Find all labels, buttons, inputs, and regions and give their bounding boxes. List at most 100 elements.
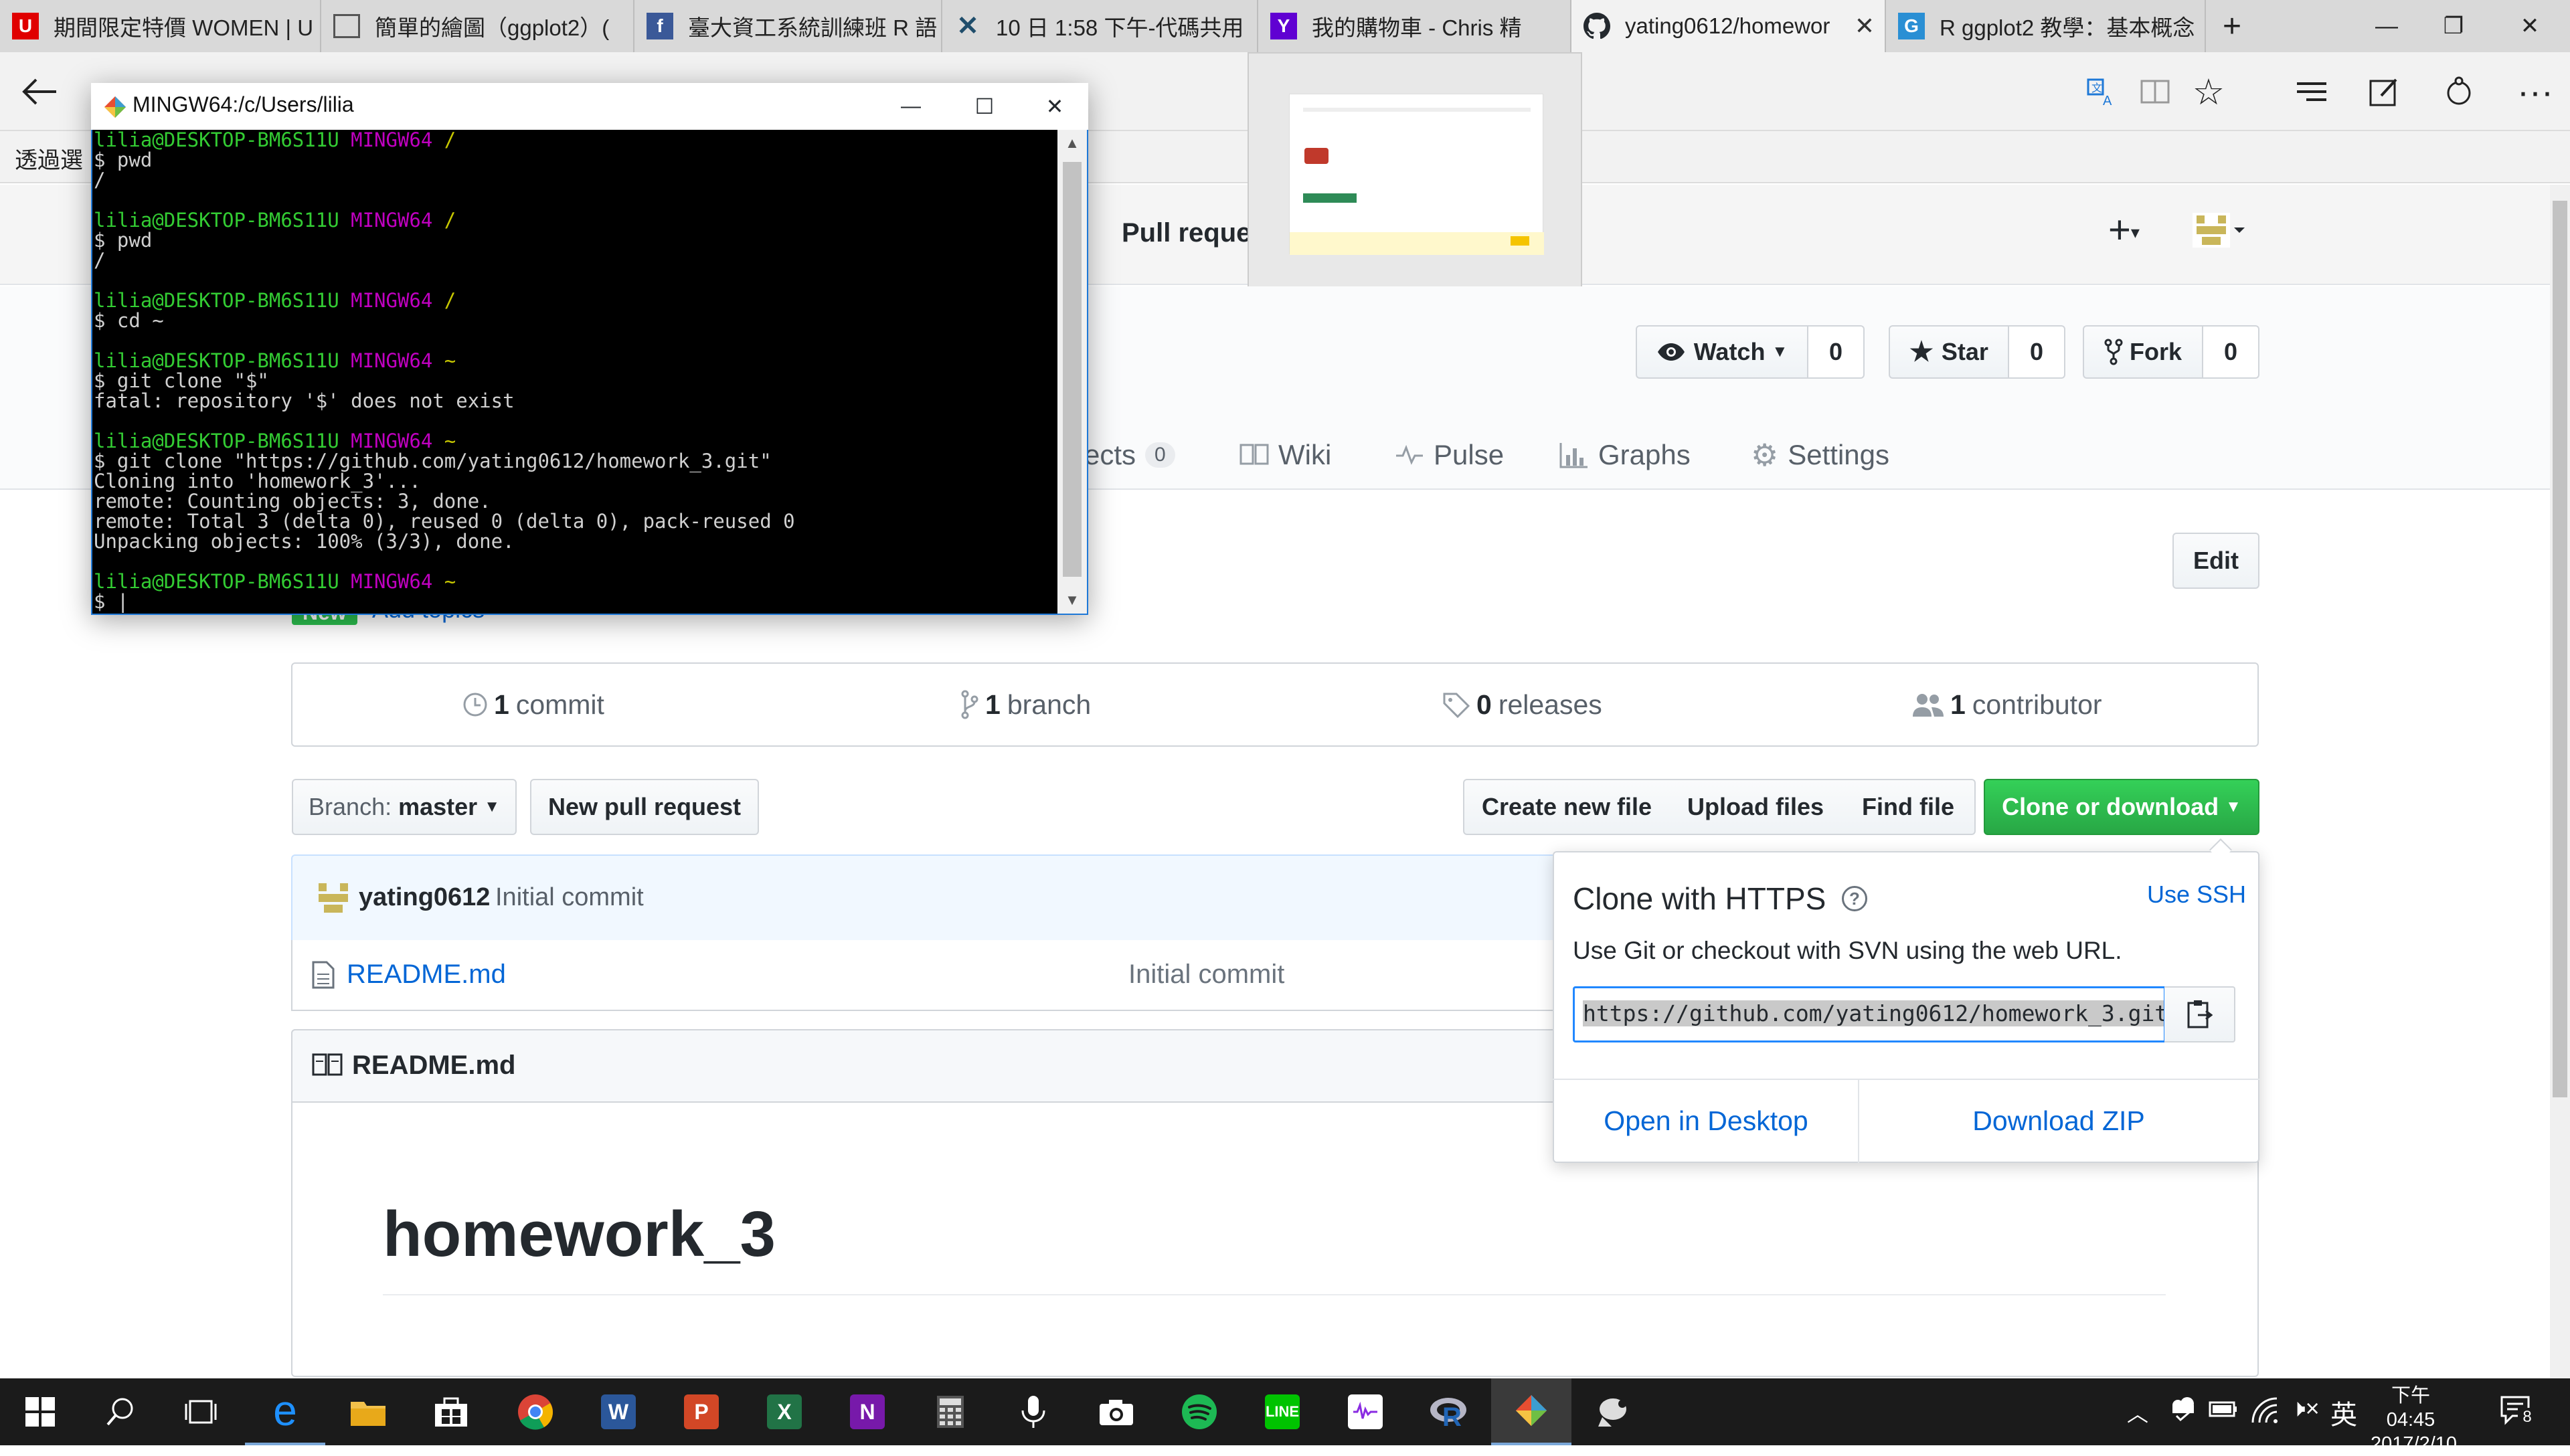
prompt-path: ~	[444, 430, 456, 452]
user-avatar[interactable]	[2193, 213, 2246, 248]
volume-muted-icon[interactable]: 🕨×	[2290, 1394, 2320, 1423]
open-in-desktop-button[interactable]: Open in Desktop	[1554, 1080, 1858, 1162]
clone-url-input[interactable]: https://github.com/yating0612/homework_3…	[1573, 986, 2166, 1042]
github-icon	[1583, 13, 1610, 39]
branches-link[interactable]: 1 branch	[960, 662, 1091, 747]
app-satellite-icon[interactable]	[1574, 1378, 1654, 1445]
share-icon[interactable]	[2425, 52, 2492, 131]
favorites-item[interactable]: 透過選	[15, 142, 83, 175]
create-new-file-button[interactable]: Create new file	[1463, 779, 1670, 835]
onenote-icon[interactable]: N	[827, 1378, 908, 1445]
wifi-icon[interactable]	[2250, 1397, 2280, 1424]
start-windows-icon[interactable]	[0, 1378, 80, 1445]
search-icon[interactable]	[80, 1378, 161, 1445]
download-zip-button[interactable]: Download ZIP	[1859, 1080, 2258, 1162]
help-icon[interactable]: ?	[1842, 886, 1867, 911]
prompt-env: MINGW64	[351, 349, 444, 372]
prompt-user: lilia@DESKTOP-BM6S11U	[94, 209, 351, 232]
tab-wiki[interactable]: Wiki	[1239, 428, 1331, 482]
fork-count[interactable]: 0	[2203, 325, 2259, 379]
commit-author-link[interactable]: yating0612	[359, 883, 490, 912]
new-pull-request-button[interactable]: New pull request	[530, 779, 759, 835]
commits-link[interactable]: 1 commit	[462, 662, 604, 747]
prompt-user: lilia@DESKTOP-BM6S11U	[94, 349, 351, 372]
terminal-output[interactable]: lilia@DESKTOP-BM6S11U MINGW64 /$ pwd / lil…	[92, 130, 1057, 614]
terminal-close-icon[interactable]: ✕	[1021, 83, 1088, 130]
voice-app-icon[interactable]	[1325, 1378, 1405, 1445]
find-file-button[interactable]: Find file	[1842, 779, 1976, 835]
watch-count[interactable]: 0	[1808, 325, 1865, 379]
action-center-icon[interactable]: 8	[2500, 1396, 2537, 1427]
store-icon[interactable]	[411, 1378, 491, 1445]
branch-select-button[interactable]: Branch: master ▼	[292, 779, 517, 835]
preview-line	[1303, 108, 1531, 112]
more-menu-icon[interactable]: ···	[2502, 52, 2569, 131]
tab-ggplot-tutorial[interactable]: G R ggplot2 教學：基本概念	[1886, 0, 2206, 52]
tab-github-active[interactable]: yating0612/homewor ✕	[1571, 0, 1886, 52]
close-tab-icon[interactable]: ✕	[1845, 12, 1885, 40]
file-explorer-icon[interactable]	[328, 1378, 408, 1445]
terminal-scroll-thumb[interactable]	[1063, 162, 1082, 577]
star-count[interactable]: 0	[2009, 325, 2065, 379]
star-button[interactable]: ★ Star	[1889, 325, 2009, 379]
spotify-icon[interactable]	[1159, 1378, 1239, 1445]
tab-codeshare[interactable]: ✕ 10 日 1:58 下午-代碼共用	[942, 0, 1258, 52]
tab-graphs[interactable]: Graphs	[1559, 428, 1691, 482]
terminal-minimize-icon[interactable]: —	[874, 83, 948, 130]
upload-files-button[interactable]: Upload files	[1669, 779, 1843, 835]
tab-settings[interactable]: ⚙ Settings	[1751, 428, 1889, 482]
line-icon[interactable]: LINE	[1242, 1378, 1322, 1445]
file-commit-message[interactable]: Initial commit	[1128, 960, 1284, 990]
copy-clipboard-button[interactable]	[2164, 986, 2235, 1042]
terminal-scrollbar[interactable]: ▲ ▼	[1057, 130, 1087, 614]
tab-uniqlo[interactable]: U 期間限定特價 WOMEN | U	[0, 0, 321, 52]
page-scroll-thumb[interactable]	[2553, 201, 2567, 1097]
new-tab-button[interactable]: +	[2206, 0, 2258, 52]
hub-icon[interactable]	[2278, 52, 2345, 131]
edit-description-button[interactable]: Edit	[2172, 533, 2259, 589]
file-name-link[interactable]: README.md	[347, 960, 506, 990]
scroll-up-icon[interactable]: ▲	[1057, 130, 1087, 157]
tray-expand-icon[interactable]: ︿	[2127, 1397, 2148, 1428]
tab-ggplot-drawing[interactable]: 簡單的繪圖（ggplot2）(	[321, 0, 634, 52]
tab-yahoo-cart[interactable]: Y 我的購物車 - Chris 精	[1258, 0, 1571, 52]
clone-or-download-button[interactable]: Clone or download ▼	[1984, 779, 2259, 835]
restore-icon[interactable]: ❐	[2413, 0, 2494, 52]
prompt-user: lilia@DESKTOP-BM6S11U	[94, 430, 351, 452]
back-arrow-icon[interactable]	[5, 52, 72, 131]
voice-recorder-icon[interactable]	[993, 1378, 1074, 1445]
tab-facebook[interactable]: f 臺大資工系統訓練班 R 語	[634, 0, 942, 52]
author-avatar[interactable]	[315, 881, 352, 915]
edge-browser-icon[interactable]: e	[245, 1378, 325, 1445]
cloud-sync-icon[interactable]	[2168, 1396, 2198, 1423]
favorite-star-icon[interactable]: ☆	[2175, 52, 2242, 131]
terminal-prompt-line: lilia@DESKTOP-BM6S11U MINGW64 /	[94, 210, 1056, 230]
use-ssh-link[interactable]: Use SSH	[2147, 881, 2246, 909]
camera-icon[interactable]	[1076, 1378, 1156, 1445]
chrome-icon[interactable]	[495, 1378, 576, 1445]
plus-dropdown-icon[interactable]: +▾	[2108, 207, 2140, 252]
contributors-link[interactable]: 1 contributor	[1911, 662, 2102, 747]
web-note-icon[interactable]	[2350, 52, 2417, 131]
powerpoint-icon[interactable]: P	[661, 1378, 742, 1445]
terminal-maximize-icon[interactable]: ☐	[948, 83, 1021, 130]
task-view-icon[interactable]	[161, 1378, 241, 1445]
excel-icon[interactable]: X	[744, 1378, 825, 1445]
r-language-icon[interactable]: R	[1408, 1378, 1488, 1445]
terminal-titlebar[interactable]: MINGW64:/c/Users/lilia — ☐ ✕	[91, 83, 1088, 130]
battery-icon[interactable]	[2209, 1398, 2238, 1420]
watch-button[interactable]: Watch ▼	[1636, 325, 1808, 379]
preview-page	[1289, 94, 1544, 255]
tab-projects[interactable]: ects 0	[1084, 428, 1175, 482]
nav-pull-requests[interactable]: Pull reques	[1122, 218, 1266, 248]
calculator-icon[interactable]	[910, 1378, 991, 1445]
git-bash-taskbar-icon[interactable]	[1491, 1378, 1571, 1445]
commit-message-link[interactable]: Initial commit	[495, 883, 644, 912]
tab-pulse[interactable]: Pulse	[1395, 428, 1504, 482]
scroll-down-icon[interactable]: ▼	[1057, 587, 1087, 614]
fork-button[interactable]: Fork	[2083, 325, 2203, 379]
releases-link[interactable]: 0 releases	[1442, 662, 1602, 747]
close-window-icon[interactable]: ✕	[2490, 0, 2570, 52]
ime-indicator[interactable]: 英	[2330, 1393, 2357, 1432]
word-icon[interactable]: W	[578, 1378, 659, 1445]
